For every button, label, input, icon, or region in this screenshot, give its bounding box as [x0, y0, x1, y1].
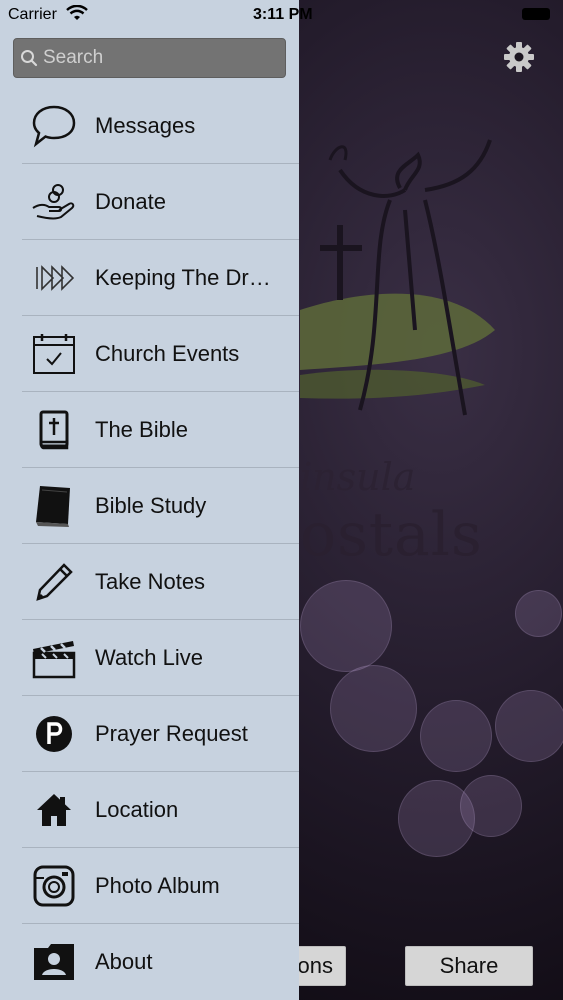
search-input[interactable] [43, 47, 263, 69]
pencil-icon [30, 558, 78, 606]
menu-item-take-notes[interactable]: Take Notes [22, 544, 299, 620]
bokeh-light [300, 580, 392, 672]
menu-item-label: Keeping The Dr… [95, 265, 271, 290]
fast-forward-icon [30, 254, 78, 302]
side-drawer: Messages Donate Keeping The Dr… [0, 0, 299, 1000]
share-button[interactable]: Share [405, 946, 533, 986]
donate-hand-icon [30, 178, 78, 226]
menu-item-label: Take Notes [95, 569, 206, 594]
search-icon [21, 50, 38, 67]
menu-item-label: Bible Study [95, 493, 207, 518]
bokeh-light [420, 700, 492, 772]
menu-item-photo-album[interactable]: Photo Album [22, 848, 299, 924]
menu-item-label: Donate [95, 189, 166, 214]
menu-item-donate[interactable]: Donate [22, 164, 299, 240]
bokeh-light [515, 590, 562, 637]
menu-item-messages[interactable]: Messages [22, 88, 299, 164]
clapperboard-icon [30, 634, 78, 682]
menu-item-about[interactable]: About [22, 924, 299, 1000]
bokeh-light [495, 690, 563, 762]
gear-icon[interactable] [502, 40, 536, 74]
menu-item-label: Prayer Request [95, 721, 248, 746]
menu-item-church-events[interactable]: Church Events [22, 316, 299, 392]
menu-item-label: The Bible [95, 417, 188, 442]
menu-item-watch-live[interactable]: Watch Live [22, 620, 299, 696]
logo-text-line2: ostals [300, 500, 483, 570]
camera-icon [30, 862, 78, 910]
carrier-label: Carrier [8, 6, 57, 23]
speech-bubble-icon [30, 102, 78, 150]
house-icon [30, 786, 78, 834]
menu-item-label: Location [95, 797, 179, 822]
menu-item-keeping-the-dream[interactable]: Keeping The Dr… [22, 240, 299, 316]
menu-item-label: Messages [95, 113, 196, 138]
menu-item-prayer-request[interactable]: Prayer Request [22, 696, 299, 772]
status-time: 3:11 PM [253, 6, 313, 23]
battery-icon [522, 8, 550, 20]
contact-card-icon [30, 938, 78, 986]
church-logo [300, 139, 495, 416]
menu-item-label: Photo Album [95, 873, 220, 898]
wifi-icon [66, 5, 88, 20]
bible-icon [30, 406, 78, 454]
search-bar[interactable] [13, 38, 286, 78]
menu-item-label: Watch Live [95, 645, 204, 670]
menu-item-label: About [95, 949, 153, 974]
bokeh-light [460, 775, 522, 837]
status-bar: Carrier 3:11 PM [0, 0, 563, 30]
prayer-p-icon [30, 710, 78, 758]
menu-item-location[interactable]: Location [22, 772, 299, 848]
calendar-icon [30, 330, 78, 378]
book-icon [30, 482, 78, 530]
menu-item-the-bible[interactable]: The Bible [22, 392, 299, 468]
menu-item-label: Church Events [95, 341, 240, 366]
logo-text-line1: insula [300, 455, 416, 499]
menu-item-bible-study[interactable]: Bible Study [22, 468, 299, 544]
bokeh-light [330, 665, 417, 752]
